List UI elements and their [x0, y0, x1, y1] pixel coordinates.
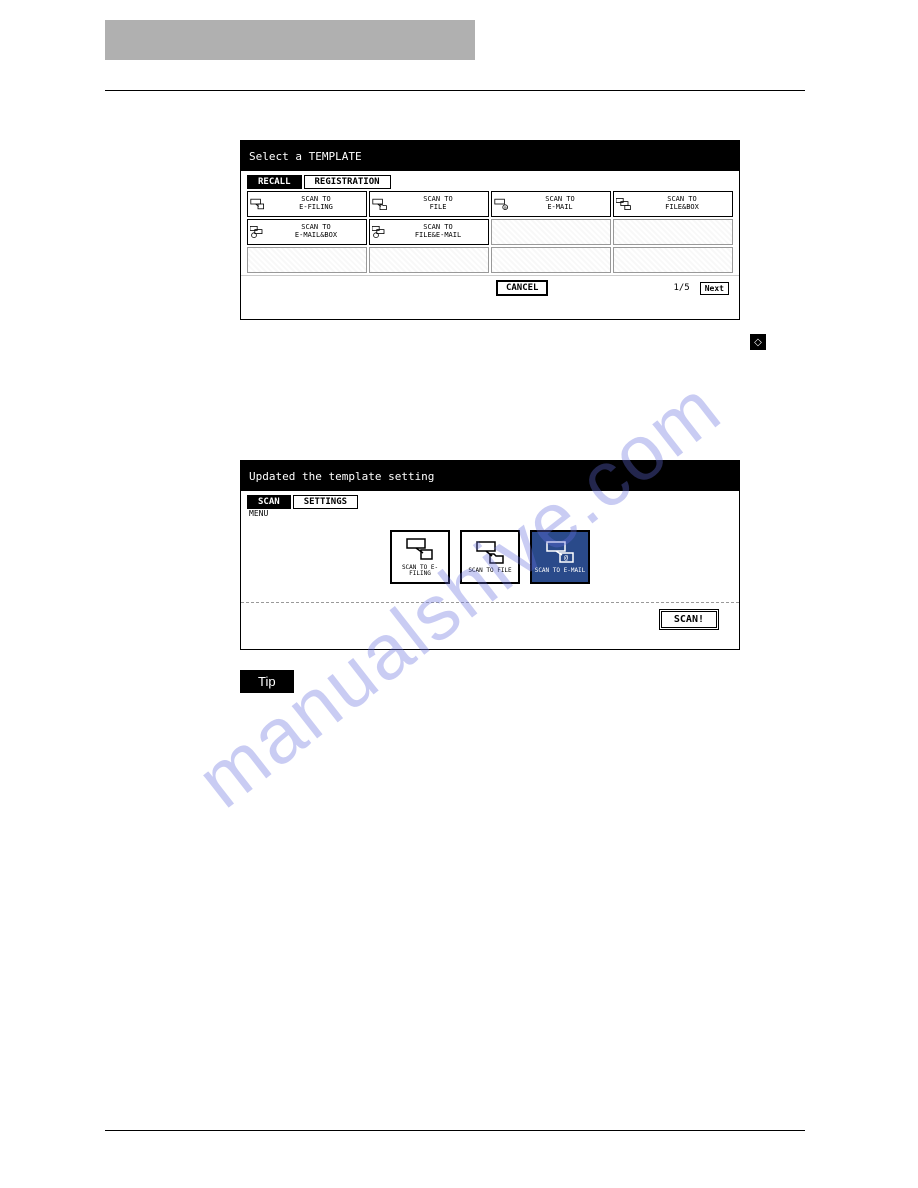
button-label: SCAN TO E-MAIL — [535, 568, 586, 574]
scan-file-button[interactable]: SCAN TO FILE — [460, 530, 520, 584]
template-label: SCAN TO FILE&E-MAIL — [390, 224, 486, 239]
template-empty-slot — [491, 247, 611, 273]
screen1-tabs: RECALL REGISTRATION — [241, 171, 739, 189]
template-label: SCAN TO FILE — [390, 196, 486, 211]
template-label: SCAN TO FILE&BOX — [634, 196, 730, 211]
cancel-button[interactable]: CANCEL — [496, 280, 549, 296]
next-button[interactable]: Next — [700, 282, 729, 295]
tab-registration[interactable]: REGISTRATION — [304, 175, 391, 189]
template-label: SCAN TO E-MAIL — [512, 196, 608, 211]
scanner-mail-icon: @ — [545, 540, 575, 566]
template-scan-filebox[interactable]: SCAN TO FILE&BOX — [613, 191, 733, 217]
tab-scan[interactable]: SCAN — [247, 495, 291, 509]
template-selection-screen: Select a TEMPLATE RECALL REGISTRATION SC… — [240, 140, 740, 320]
template-scan-fileemail[interactable]: SCAN TO FILE&E-MAIL — [369, 219, 489, 245]
svg-text:@: @ — [564, 554, 569, 562]
template-scan-file[interactable]: SCAN TO FILE — [369, 191, 489, 217]
template-scan-email[interactable]: @ SCAN TO E-MAIL — [491, 191, 611, 217]
template-empty-slot — [613, 219, 733, 245]
template-empty-slot — [613, 247, 733, 273]
scanner-fileemail-icon — [372, 225, 388, 239]
page-indicator: 1/5 — [673, 283, 689, 293]
template-grid: SCAN TO E-FILING SCAN TO FILE @ SCAN TO … — [241, 189, 739, 275]
template-empty-slot — [247, 247, 367, 273]
template-empty-slot — [369, 247, 489, 273]
tab-settings[interactable]: SETTINGS — [293, 495, 358, 509]
scanner-filebox-icon — [616, 197, 632, 211]
scan-settings-screen: Updated the template setting SCAN SETTIN… — [240, 460, 740, 650]
scanner-folder-icon — [372, 197, 388, 211]
scan-email-button[interactable]: @ SCAN TO E-MAIL — [530, 530, 590, 584]
header-bar — [105, 20, 475, 60]
tip-label: Tip — [240, 670, 294, 693]
scanner-box-icon — [250, 197, 266, 211]
screen1-title: Select a TEMPLATE — [241, 141, 739, 171]
screen2-tabs: SCAN SETTINGS — [241, 491, 739, 509]
tab-recall[interactable]: RECALL — [247, 175, 302, 189]
top-divider — [105, 90, 805, 91]
template-label: SCAN TO E-FILING — [268, 196, 364, 211]
template-scan-emailbox[interactable]: SCAN TO E-MAIL&BOX — [247, 219, 367, 245]
menu-label: MENU — [241, 509, 739, 520]
scan-efiling-button[interactable]: SCAN TO E-FILING — [390, 530, 450, 584]
button-label: SCAN TO E-FILING — [394, 565, 446, 577]
scanner-emailbox-icon — [250, 225, 266, 239]
template-label: SCAN TO E-MAIL&BOX — [268, 224, 364, 239]
bottom-divider — [105, 1130, 805, 1131]
screen2-title: Updated the template setting — [241, 461, 739, 491]
scanner-folder-icon — [475, 540, 505, 566]
scanner-box-icon — [405, 537, 435, 563]
start-diamond-icon: ◇ — [750, 334, 766, 350]
screen1-bottom-bar: CANCEL 1/5 Next — [241, 275, 739, 300]
template-empty-slot — [491, 219, 611, 245]
button-label: SCAN TO FILE — [468, 568, 511, 574]
scan-action-bar: SCAN! — [241, 603, 739, 636]
scan-button-row: SCAN TO E-FILING SCAN TO FILE @ SCAN TO … — [241, 520, 739, 603]
template-scan-efiling[interactable]: SCAN TO E-FILING — [247, 191, 367, 217]
scan-button[interactable]: SCAN! — [659, 609, 719, 630]
scanner-mail-icon: @ — [494, 197, 510, 211]
